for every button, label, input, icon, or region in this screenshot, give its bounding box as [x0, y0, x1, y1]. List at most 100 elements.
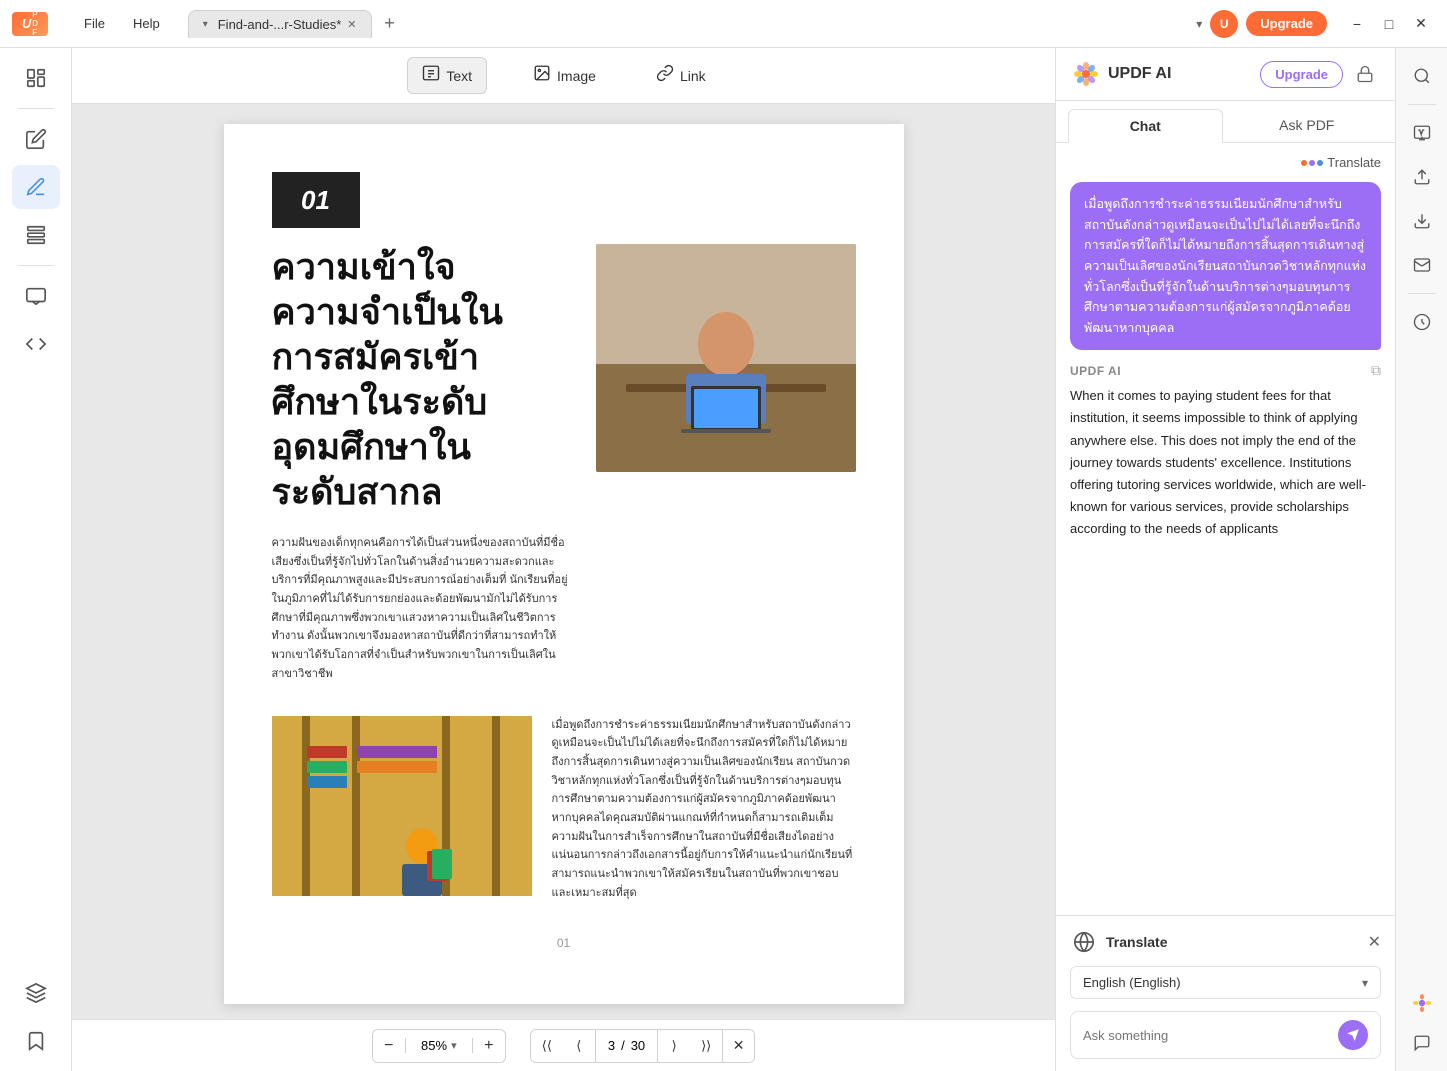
- app-logo: U PDF: [12, 12, 48, 36]
- translate-section-label: Translate: [1106, 934, 1167, 950]
- sidebar-icon-layers[interactable]: [12, 971, 60, 1015]
- menu-help[interactable]: Help: [121, 12, 172, 35]
- ai-title: UPDF AI: [1108, 65, 1171, 83]
- content-left: ความเข้าใจความจำเป็นในการสมัครเข้าศึกษาใ…: [272, 244, 576, 698]
- ai-response-label-row: UPDF AI ⧉: [1070, 362, 1381, 379]
- page-info: 3 / 30: [595, 1030, 658, 1062]
- sidebar-icon-thumbnail[interactable]: [12, 56, 60, 100]
- main-area: Text Image Link 01: [0, 48, 1447, 1071]
- user-message-bubble: เมื่อพูดถึงการชำระค่าธรรมเนียมนักศึกษาสำ…: [1070, 182, 1381, 350]
- ai-upgrade-button[interactable]: Upgrade: [1260, 61, 1343, 88]
- ai-response-container: UPDF AI ⧉ When it comes to paying studen…: [1070, 362, 1381, 542]
- pdf-image-1: [596, 244, 856, 472]
- title-bar: U PDF File Help ▾ Find-and-...r-Studies*…: [0, 0, 1447, 48]
- right-export-icon[interactable]: [1402, 201, 1442, 241]
- sidebar-bottom: [12, 971, 60, 1063]
- add-tab-button[interactable]: +: [376, 10, 404, 38]
- ai-response-text: When it comes to paying student fees for…: [1070, 383, 1381, 542]
- pdf-scroll-area[interactable]: 01 ความเข้าใจความจำเป็นในการสมัครเข้าศึก…: [72, 104, 1055, 1019]
- page-header-box: 01: [272, 172, 360, 228]
- toolbar-image[interactable]: Image: [519, 58, 610, 93]
- translate-chat-label: Translate: [1327, 155, 1381, 170]
- language-selector[interactable]: English (English) ▾: [1070, 966, 1381, 999]
- ai-logo-icon: [1072, 60, 1100, 88]
- user-avatar: U: [1210, 10, 1238, 38]
- right-ocr-icon[interactable]: [1402, 113, 1442, 153]
- ask-input-row: [1070, 1011, 1381, 1059]
- toolbar-link[interactable]: Link: [642, 58, 720, 93]
- pdf-area: Text Image Link 01: [72, 48, 1055, 1071]
- send-button[interactable]: [1338, 1020, 1368, 1050]
- nav-last-button[interactable]: ⟩⟩: [690, 1030, 722, 1062]
- right-share-icon[interactable]: [1402, 245, 1442, 285]
- zoom-out-button[interactable]: −: [373, 1030, 405, 1062]
- right-search-icon[interactable]: [1402, 56, 1442, 96]
- nav-prev-button[interactable]: ⟨: [563, 1030, 595, 1062]
- toolbar-link-label: Link: [680, 68, 706, 84]
- page-nav: ⟨⟨ ⟨ 3 / 30 ⟩ ⟩⟩ ✕: [530, 1029, 755, 1063]
- zoom-dropdown-icon[interactable]: ▾: [451, 1039, 457, 1052]
- page-separator: /: [621, 1038, 625, 1053]
- minimize-button[interactable]: −: [1343, 10, 1371, 38]
- sidebar-divider-2: [18, 265, 54, 266]
- link-tool-icon: [656, 64, 674, 87]
- tab-dropdown-icon[interactable]: ▾: [203, 19, 208, 30]
- ask-input[interactable]: [1083, 1028, 1330, 1043]
- left-sidebar: [0, 48, 72, 1071]
- sidebar-icon-annotate[interactable]: [12, 165, 60, 209]
- nav-first-button[interactable]: ⟨⟨: [531, 1030, 563, 1062]
- title-bar-right: ▾ U Upgrade − □ ✕: [1196, 10, 1435, 38]
- right-bottom: [1402, 983, 1442, 1063]
- bottom-toolbar: − 85% ▾ + ⟨⟨ ⟨ 3 / 30 ⟩ ⟩⟩ ✕: [72, 1019, 1055, 1071]
- pdf-toolbar: Text Image Link: [72, 48, 1055, 104]
- ai-chat-content[interactable]: Translate เมื่อพูดถึงการชำระค่าธรรมเนียม…: [1056, 143, 1395, 915]
- sidebar-icon-comment[interactable]: [12, 274, 60, 318]
- window-controls: − □ ✕: [1343, 10, 1435, 38]
- tab-ask-pdf[interactable]: Ask PDF: [1231, 109, 1384, 142]
- right-import-icon[interactable]: [1402, 157, 1442, 197]
- nav-next-button[interactable]: ⟩: [658, 1030, 690, 1062]
- toolbar-text[interactable]: Text: [407, 57, 487, 94]
- zoom-in-button[interactable]: +: [473, 1030, 505, 1062]
- right-ai-icon[interactable]: [1402, 983, 1442, 1023]
- toolbar-image-label: Image: [557, 68, 596, 84]
- tab-chat[interactable]: Chat: [1068, 109, 1223, 143]
- right-chat-icon[interactable]: [1402, 1023, 1442, 1063]
- menu-file[interactable]: File: [72, 12, 117, 35]
- sidebar-icon-bookmark[interactable]: [12, 1019, 60, 1063]
- translate-close-icon[interactable]: ✕: [1368, 932, 1381, 952]
- pdf-image-2: [272, 716, 532, 896]
- close-button[interactable]: ✕: [1407, 10, 1435, 38]
- active-tab[interactable]: ▾ Find-and-...r-Studies* ✕: [188, 10, 372, 38]
- maximize-button[interactable]: □: [1375, 10, 1403, 38]
- title-upgrade-button[interactable]: Upgrade: [1246, 11, 1327, 36]
- translate-header-row: Translate ✕: [1070, 928, 1381, 956]
- tab-bar: ▾ Find-and-...r-Studies* ✕ +: [188, 10, 1189, 38]
- zoom-value: 85% ▾: [405, 1038, 473, 1053]
- ai-lock-icon[interactable]: [1351, 60, 1379, 88]
- body-text-1: ความฝันของเด็กทุกคนคือการได้เป็นส่วนหนึ่…: [272, 534, 576, 684]
- ai-header: UPDF AI Upgrade: [1056, 48, 1395, 101]
- language-dropdown-icon: ▾: [1362, 976, 1368, 990]
- tab-close-icon[interactable]: ✕: [347, 18, 356, 31]
- ai-panel: UPDF AI Upgrade Chat Ask PDF: [1055, 48, 1395, 1071]
- nav-close-button[interactable]: ✕: [722, 1030, 754, 1062]
- translate-section-icon: [1070, 928, 1098, 956]
- translate-label-row: Translate: [1070, 155, 1381, 170]
- sidebar-icon-organize[interactable]: [12, 213, 60, 257]
- page-title: ความเข้าใจความจำเป็นในการสมัครเข้าศึกษาใ…: [272, 244, 542, 514]
- sidebar-divider-1: [18, 108, 54, 109]
- total-pages: 30: [631, 1038, 645, 1053]
- ai-response-label: UPDF AI: [1070, 364, 1121, 378]
- right-divider-1: [1408, 104, 1436, 105]
- tab-overflow-arrow[interactable]: ▾: [1196, 17, 1202, 31]
- sidebar-icon-extract[interactable]: [12, 322, 60, 366]
- zoom-percentage: 85%: [421, 1038, 447, 1053]
- dot-purple: [1309, 160, 1315, 166]
- pdf-page: 01 ความเข้าใจความจำเป็นในการสมัครเข้าศึก…: [224, 124, 904, 1004]
- toolbar-text-label: Text: [446, 68, 472, 84]
- dot-orange: [1301, 160, 1307, 166]
- copy-icon[interactable]: ⧉: [1371, 362, 1381, 379]
- sidebar-icon-edit[interactable]: [12, 117, 60, 161]
- right-save-icon[interactable]: [1402, 302, 1442, 342]
